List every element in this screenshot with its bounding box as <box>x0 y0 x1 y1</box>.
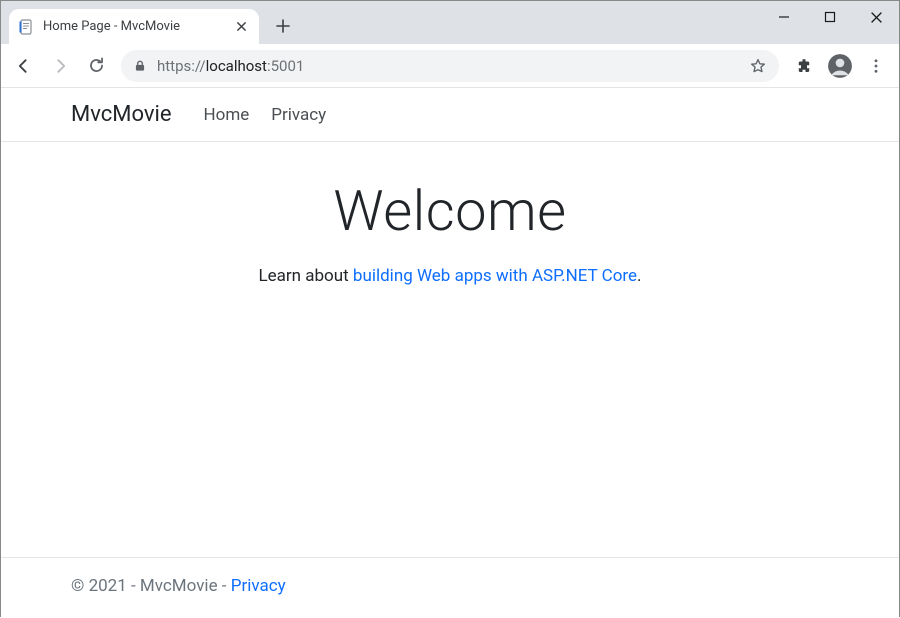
page-heading: Welcome <box>333 178 566 244</box>
profile-avatar-button[interactable] <box>823 49 857 83</box>
page-favicon-icon <box>19 19 35 35</box>
footer-text: © 2021 - MvcMovie - <box>71 576 231 596</box>
browser-tab[interactable]: Home Page - MvcMovie <box>9 9 259 44</box>
reload-button[interactable] <box>79 49 113 83</box>
tabs-strip: Home Page - MvcMovie <box>1 1 761 44</box>
browser-menu-button[interactable] <box>859 49 893 83</box>
lead-paragraph: Learn about building Web apps with ASP.N… <box>258 266 641 286</box>
window-minimize-button[interactable] <box>761 1 807 33</box>
lead-link[interactable]: building Web apps with ASP.NET Core <box>353 266 637 286</box>
forward-button[interactable] <box>43 49 77 83</box>
url-scheme: https:// <box>157 57 206 75</box>
browser-toolbar: https://localhost:5001 <box>1 44 899 88</box>
tab-close-button[interactable] <box>233 19 249 35</box>
window-maximize-button[interactable] <box>807 1 853 33</box>
address-bar[interactable]: https://localhost:5001 <box>121 50 779 82</box>
url-port: :5001 <box>267 57 304 75</box>
url-text: https://localhost:5001 <box>157 57 304 75</box>
navbar-brand[interactable]: MvcMovie <box>71 102 172 127</box>
page-main: Welcome Learn about building Web apps wi… <box>1 142 899 557</box>
nav-link-home[interactable]: Home <box>204 105 250 125</box>
url-host: localhost <box>206 57 267 75</box>
lead-text-prefix: Learn about <box>258 266 352 286</box>
window-close-button[interactable] <box>853 1 899 33</box>
page-viewport: MvcMovie Home Privacy Welcome Learn abou… <box>1 88 899 618</box>
extensions-button[interactable] <box>787 49 821 83</box>
site-navbar: MvcMovie Home Privacy <box>1 88 899 142</box>
footer-privacy-link[interactable]: Privacy <box>231 576 286 596</box>
back-button[interactable] <box>7 49 41 83</box>
new-tab-button[interactable] <box>269 12 297 40</box>
lock-icon <box>133 59 147 73</box>
lead-text-suffix: . <box>637 266 641 286</box>
titlebar: Home Page - MvcMovie <box>1 1 899 44</box>
bookmark-star-button[interactable] <box>749 57 767 75</box>
page-footer: © 2021 - MvcMovie - Privacy <box>1 557 899 618</box>
nav-link-privacy[interactable]: Privacy <box>271 105 326 125</box>
window-controls <box>761 1 899 33</box>
browser-tab-title: Home Page - MvcMovie <box>43 19 225 34</box>
